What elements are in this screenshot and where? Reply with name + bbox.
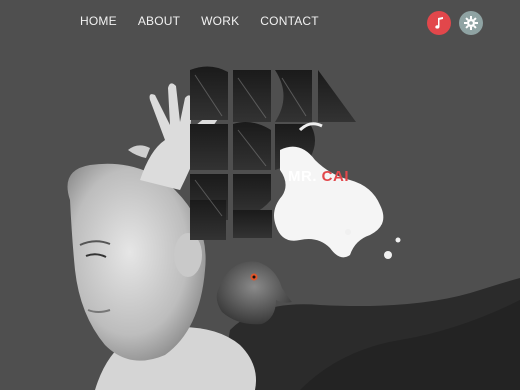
brand-logo: MR. CAI	[288, 168, 349, 185]
main-nav: HOME ABOUT WORK CONTACT	[80, 14, 340, 28]
milk-splash	[274, 146, 384, 258]
settings-button[interactable]	[459, 11, 483, 35]
nav-contact-link[interactable]: CONTACT	[260, 14, 319, 28]
page-stage: MR. CAI HOME ABOUT WORK CONTACT	[0, 0, 520, 390]
nav-about-link[interactable]: ABOUT	[138, 14, 180, 28]
splash-drop-2	[395, 237, 401, 243]
brand-prefix: MR.	[288, 168, 317, 185]
nav-work-link[interactable]: WORK	[201, 14, 239, 28]
nav-home-link[interactable]: HOME	[80, 14, 117, 28]
music-button[interactable]	[427, 11, 451, 35]
brand-name: CAI	[321, 168, 350, 185]
hero-artwork	[67, 66, 520, 390]
finger-left	[128, 145, 150, 158]
gear-icon	[464, 16, 478, 30]
splash-drop-3	[345, 229, 351, 235]
music-note-icon	[435, 17, 443, 29]
splash-drop-1	[384, 251, 392, 259]
